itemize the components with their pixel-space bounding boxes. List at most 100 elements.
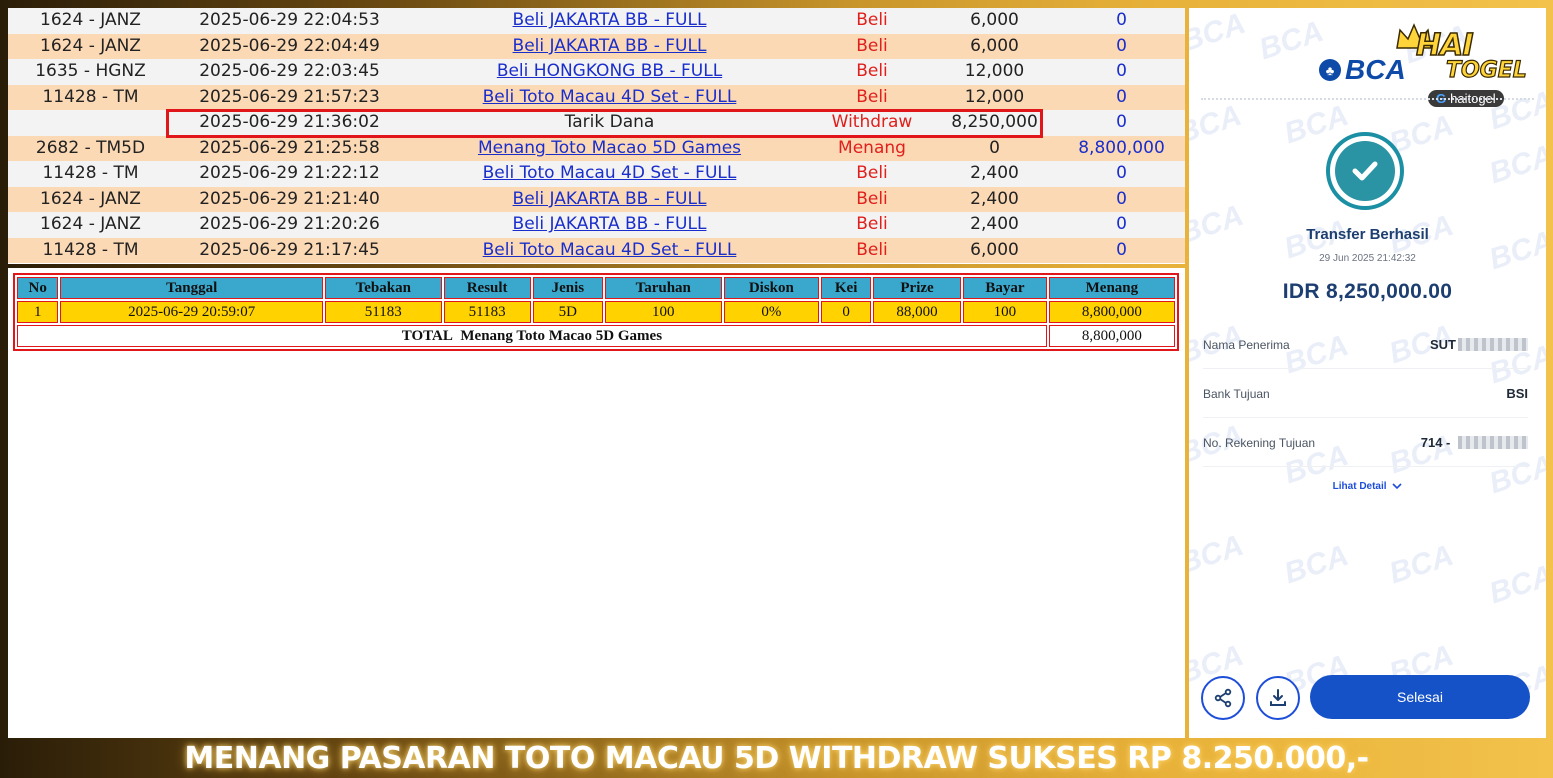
view-detail-link[interactable]: Lihat Detail — [1189, 481, 1546, 492]
transaction-win: 0 — [1058, 161, 1185, 187]
transaction-type: Beli — [813, 186, 931, 212]
transaction-description: Menang Toto Macao 5D Games — [406, 135, 813, 161]
transaction-date: 2025-06-29 21:17:45 — [173, 237, 406, 263]
bca-watermark: BCA — [1189, 528, 1248, 581]
detail-row: 1 2025-06-29 20:59:07 51183 51183 5D 100 0% 0 88… — [17, 301, 1175, 323]
transaction-description-link[interactable]: Beli JAKARTA BB - FULL — [513, 36, 707, 56]
transaction-type: Beli — [813, 33, 931, 59]
transaction-win: 0 — [1058, 84, 1185, 110]
transaction-amount: 12,000 — [931, 84, 1058, 110]
bet-detail-table: No Tanggal Tebakan Result Jenis Taruhan Diskon… — [13, 273, 1179, 351]
transaction-code: 11428 - TM — [8, 237, 173, 263]
transaction-code — [8, 110, 173, 136]
detail-cell-bayar: 100 — [963, 301, 1047, 323]
transaction-win: 0 — [1058, 212, 1185, 238]
transaction-date: 2025-06-29 22:04:49 — [173, 33, 406, 59]
check-circle-icon — [1326, 132, 1404, 210]
transaction-amount: 8,250,000 — [931, 110, 1058, 136]
brand-word-togel: TOGEL — [1445, 57, 1527, 83]
transaction-description-link[interactable]: Beli Toto Macau 4D Set - FULL — [483, 240, 737, 260]
transaction-description: Tarik Dana — [406, 110, 813, 136]
transaction-amount: 12,000 — [931, 59, 1058, 85]
transaction-code: 1635 - HGNZ — [8, 59, 173, 85]
transaction-amount: 6,000 — [931, 8, 1058, 34]
detail-cell-menang: 8,800,000 — [1048, 301, 1175, 323]
transaction-win: 0 — [1058, 110, 1185, 136]
transaction-code: 2682 - TM5D — [8, 135, 173, 161]
detail-header-jenis: Jenis — [532, 277, 603, 299]
transaction-description-link[interactable]: Beli JAKARTA BB - FULL — [513, 214, 707, 234]
bca-watermark: BCA — [1485, 138, 1546, 191]
bca-watermark: BCA — [1280, 538, 1353, 591]
redacted-mask — [1458, 436, 1528, 449]
transaction-row: 11428 - TM 2025-06-29 21:22:12 Beli Toto M… — [8, 161, 1185, 187]
transaction-win: 8,800,000 — [1058, 135, 1185, 161]
recipient-name-value: SUT — [1430, 337, 1456, 352]
detail-cell-prize: 88,000 — [873, 301, 962, 323]
transaction-date: 2025-06-29 21:20:26 — [173, 212, 406, 238]
transaction-type: Beli — [813, 59, 931, 85]
transaction-amount: 0 — [931, 135, 1058, 161]
transaction-date: 2025-06-29 21:36:02 — [173, 110, 406, 136]
destination-bank-row: Bank Tujuan BSI — [1203, 370, 1528, 418]
transaction-type: Beli — [813, 237, 931, 263]
download-button[interactable] — [1256, 676, 1300, 720]
detail-header-tanggal: Tanggal — [60, 277, 323, 299]
transaction-row: 1624 - JANZ 2025-06-29 22:04:49 Beli JAKAR… — [8, 33, 1185, 59]
chevron-down-icon — [1392, 483, 1402, 490]
destination-bank-value: BSI — [1506, 386, 1528, 401]
transaction-description-link[interactable]: Beli HONGKONG BB - FULL — [497, 61, 722, 81]
transaction-description: Beli Toto Macau 4D Set - FULL — [406, 237, 813, 263]
transaction-date: 2025-06-29 21:25:58 — [173, 135, 406, 161]
promo-banner: MENANG PASARAN TOTO MACAU 5D WITHDRAW SU… — [184, 741, 1369, 776]
transaction-description: Beli JAKARTA BB - FULL — [406, 8, 813, 34]
transaction-history-panel: 1624 - JANZ 2025-06-29 22:04:53 Beli JAKAR… — [8, 8, 1185, 264]
detail-cell-result: 51183 — [443, 301, 531, 323]
done-button[interactable]: Selesai — [1310, 675, 1530, 719]
transaction-type: Beli — [813, 212, 931, 238]
transaction-date: 2025-06-29 21:21:40 — [173, 186, 406, 212]
download-icon — [1270, 689, 1286, 706]
transaction-description: Beli JAKARTA BB - FULL — [406, 33, 813, 59]
transaction-amount: 6,000 — [931, 237, 1058, 263]
account-number-value-wrap: 714 - — [1421, 435, 1528, 450]
transaction-description-link[interactable]: Beli Toto Macau 4D Set - FULL — [483, 87, 737, 107]
detail-cell-jenis: 5D — [532, 301, 603, 323]
detail-header-prize: Prize — [873, 277, 962, 299]
transaction-description: Beli Toto Macau 4D Set - FULL — [406, 161, 813, 187]
redacted-mask — [1458, 338, 1528, 351]
detail-header-no: No — [17, 277, 59, 299]
transaction-code: 1624 - JANZ — [8, 212, 173, 238]
recipient-name-value-wrap: SUT — [1430, 337, 1528, 352]
detail-header-bayar: Bayar — [963, 277, 1047, 299]
share-icon — [1214, 688, 1232, 708]
detail-header-result: Result — [443, 277, 531, 299]
detail-cell-kei: 0 — [821, 301, 872, 323]
transaction-win: 0 — [1058, 237, 1185, 263]
checkmark-icon — [1352, 161, 1378, 181]
transaction-code: 1624 - JANZ — [8, 186, 173, 212]
transaction-row: 2682 - TM5D 2025-06-29 21:25:58 Menang Tot… — [8, 135, 1185, 161]
transaction-description: Beli JAKARTA BB - FULL — [406, 186, 813, 212]
transaction-description: Beli JAKARTA BB - FULL — [406, 212, 813, 238]
transaction-row: 1624 - JANZ 2025-06-29 21:20:26 Beli JAKAR… — [8, 212, 1185, 238]
account-number-label: No. Rekening Tujuan — [1203, 435, 1316, 450]
bet-detail-panel: No Tanggal Tebakan Result Jenis Taruhan Diskon… — [8, 268, 1185, 738]
transaction-type: Menang — [813, 135, 931, 161]
transfer-datetime: 29 Jun 2025 21:42:32 — [1319, 253, 1416, 264]
transaction-description-link[interactable]: Menang Toto Macao 5D Games — [478, 138, 741, 158]
transaction-description: Beli HONGKONG BB - FULL — [406, 59, 813, 85]
transaction-description-link[interactable]: Beli JAKARTA BB - FULL — [513, 189, 707, 209]
divider — [1201, 98, 1534, 100]
transaction-type: Beli — [813, 8, 931, 34]
transaction-description-link[interactable]: Beli JAKARTA BB - FULL — [513, 10, 707, 30]
transaction-description: Beli Toto Macau 4D Set - FULL — [406, 84, 813, 110]
transaction-amount: 6,000 — [931, 33, 1058, 59]
transfer-status-title: Transfer Berhasil — [1306, 226, 1429, 243]
share-button[interactable] — [1201, 676, 1245, 720]
transaction-date: 2025-06-29 21:22:12 — [173, 161, 406, 187]
transaction-row: 11428 - TM 2025-06-29 21:17:45 Beli Toto M… — [8, 237, 1185, 263]
detail-cell-tanggal: 2025-06-29 20:59:07 — [60, 301, 323, 323]
detail-header-tebakan: Tebakan — [324, 277, 442, 299]
transaction-description-link[interactable]: Beli Toto Macau 4D Set - FULL — [483, 163, 737, 183]
